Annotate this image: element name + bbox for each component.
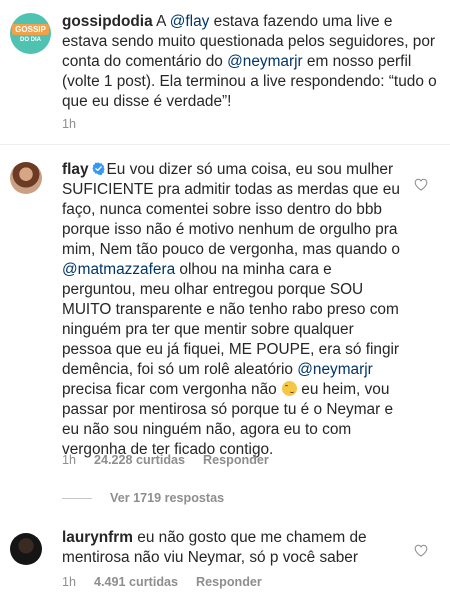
reply-button[interactable]: Responder — [203, 453, 269, 467]
comment-meta: 1h 24.228 curtidas Responder — [62, 453, 287, 467]
heart-icon[interactable] — [414, 544, 428, 557]
comment-text-part: precisa ficar com vergonha não — [62, 381, 282, 398]
divider — [0, 144, 450, 145]
caption-text: gossipdodia A @flay estava fazendo uma l… — [62, 12, 442, 112]
flay-avatar[interactable] — [10, 162, 42, 194]
verified-badge-icon — [91, 162, 105, 175]
heart-icon[interactable] — [414, 178, 428, 191]
comment-likes[interactable]: 24.228 curtidas — [94, 453, 185, 467]
caption-username[interactable]: gossipdodia — [62, 13, 153, 30]
comment-time: 1h — [62, 575, 77, 589]
comment-time: 1h — [62, 453, 77, 467]
view-replies-button[interactable]: Ver 1719 respostas — [62, 491, 242, 505]
view-replies-label[interactable]: Ver 1719 respostas — [110, 491, 224, 505]
comment-text: laurynfrm eu não gosto que me chamem de … — [62, 528, 406, 568]
winking-face-emoji-icon — [282, 381, 298, 396]
logo-text-top: GOSSIP — [12, 23, 49, 35]
comment-username-flay[interactable]: flay — [62, 161, 89, 178]
caption-mention-flay[interactable]: @flay — [170, 13, 210, 30]
comment-text: flay Eu vou dizer só uma coisa, eu sou mu… — [62, 160, 406, 460]
reply-button[interactable]: Responder — [196, 575, 262, 589]
comment-username-laurynfrm[interactable]: laurynfrm — [62, 529, 133, 546]
comment-meta: 1h 4.491 curtidas Responder — [62, 575, 280, 589]
replies-line — [62, 498, 92, 500]
caption-meta: 1h — [62, 117, 94, 131]
caption-avatar[interactable]: GOSSIP DO DIA — [10, 13, 51, 54]
comment-mention-matmazzafera[interactable]: @matmazzafera — [62, 261, 175, 278]
comment-text-part: Eu vou dizer só uma coisa, eu sou mulher… — [62, 161, 400, 258]
laurynfrm-avatar[interactable] — [10, 533, 42, 565]
logo-text-bottom: DO DIA — [20, 36, 41, 43]
comment-mention-neymarjr[interactable]: @neymarjr — [297, 361, 373, 378]
caption-text-part: A — [156, 13, 170, 30]
caption-mention-neymarjr[interactable]: @neymarjr — [227, 53, 303, 70]
comment-likes[interactable]: 4.491 curtidas — [94, 575, 178, 589]
caption-time: 1h — [62, 117, 77, 131]
